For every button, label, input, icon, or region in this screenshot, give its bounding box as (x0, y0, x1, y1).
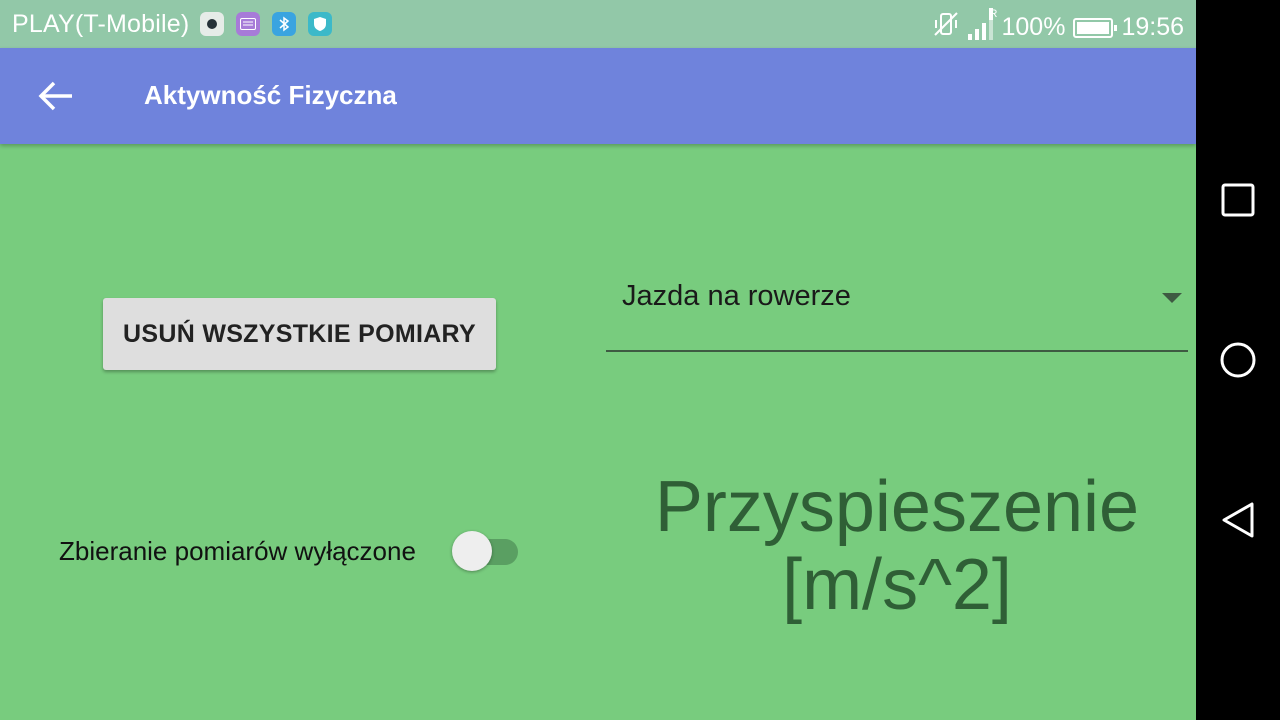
app-bar: Aktywność Fizyczna (0, 48, 1196, 144)
back-icon[interactable] (1214, 496, 1262, 544)
measurement-title: Przyspieszenie [m/s^2] (606, 468, 1188, 624)
camera-icon (200, 12, 224, 36)
keyboard-icon (236, 12, 260, 36)
vibrate-off-icon (932, 10, 960, 45)
page-title: Aktywność Fizyczna (144, 80, 397, 110)
measurement-title-name: Przyspieszenie (654, 467, 1140, 547)
app-screen: PLAY(T-Mobile) R 100% 19:56 Aktywność Fi… (0, 0, 1196, 720)
status-bar: PLAY(T-Mobile) R 100% 19:56 (0, 0, 1196, 48)
battery-icon (1073, 17, 1118, 38)
shield-icon (308, 12, 332, 36)
dropdown-arrow-icon (1162, 293, 1182, 303)
battery-percent: 100% (1001, 13, 1066, 41)
recent-apps-icon[interactable] (1214, 176, 1262, 224)
activity-select[interactable]: Jazda na rowerze (606, 270, 1188, 352)
home-icon[interactable] (1214, 336, 1262, 384)
switch-thumb (452, 531, 492, 571)
signal-icon: R (968, 7, 997, 40)
measurement-title-unit: [m/s^2] (782, 545, 1012, 625)
carrier-name: PLAY(T-Mobile) (12, 10, 190, 38)
delete-all-measurements-button[interactable]: USUŃ WSZYSTKIE POMIARY (103, 298, 496, 370)
navigation-bar (1196, 0, 1280, 720)
activity-select-value: Jazda na rowerze (622, 280, 851, 312)
notification-icons (200, 12, 332, 36)
collect-switch-label: Zbieranie pomiarów wyłączone (59, 536, 416, 566)
bluetooth-icon (272, 12, 296, 36)
roaming-indicator: R (989, 7, 998, 20)
clock: 19:56 (1121, 13, 1184, 41)
status-right: R 100% 19:56 (932, 7, 1184, 45)
collect-measurements-switch[interactable] (452, 531, 518, 571)
back-arrow-icon[interactable] (32, 72, 80, 120)
